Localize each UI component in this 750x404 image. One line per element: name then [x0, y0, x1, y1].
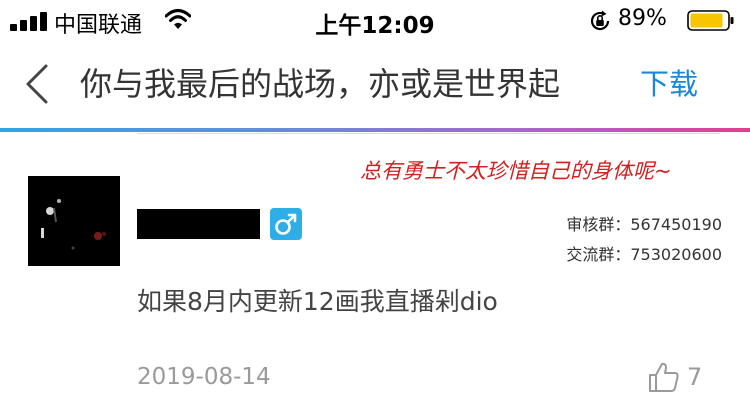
nav-bar: 你与我最后的战场，亦或是世界起 下载: [0, 40, 750, 128]
download-button[interactable]: 下载: [640, 62, 698, 106]
orientation-lock-icon: [590, 10, 610, 31]
title-divider: [0, 128, 750, 132]
user-signature: 总有勇士不太珍惜自己的身体呢~: [360, 159, 672, 183]
male-gender-icon: [270, 208, 302, 240]
like-count: 7: [687, 363, 703, 391]
review-group-number: 审核群：567450190: [566, 215, 722, 234]
thumbs-up-icon[interactable]: [647, 360, 681, 394]
avatar[interactable]: [28, 176, 120, 266]
post-date: 2019-08-14: [137, 364, 271, 390]
avatar-image: [28, 176, 120, 266]
chat-group-number: 交流群：753020600: [566, 245, 722, 264]
username-redacted[interactable]: [137, 209, 260, 239]
chevron-left-icon[interactable]: [22, 62, 52, 106]
post-content: 如果8月内更新12画我直播剁dio: [137, 287, 498, 316]
page-title: 你与我最后的战场，亦或是世界起: [80, 65, 561, 103]
battery-icon: [687, 10, 734, 31]
status-bar: 中国联通 上午12:09 89%: [0, 0, 750, 40]
battery-percentage: 89%: [618, 6, 667, 31]
separator: [137, 133, 720, 134]
